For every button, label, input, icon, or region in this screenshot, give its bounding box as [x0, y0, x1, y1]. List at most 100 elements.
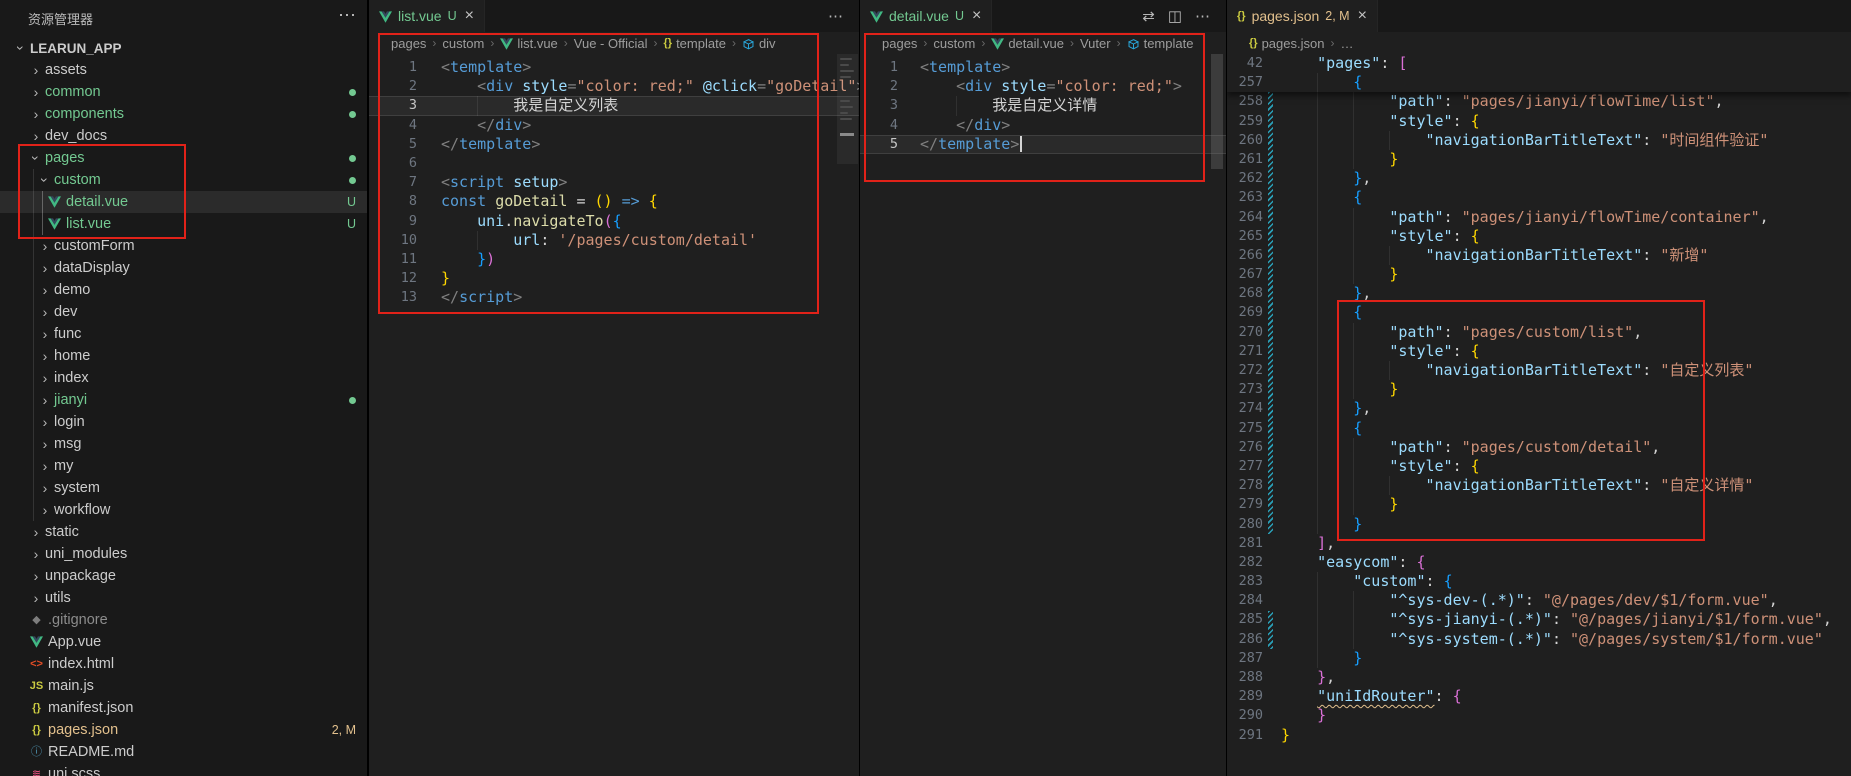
breadcrumb-item[interactable]: detail.vue: [991, 36, 1064, 51]
code-line[interactable]: 3 我是自定义列表: [369, 96, 859, 115]
tree-item-pages[interactable]: ›pages: [0, 147, 367, 169]
split-editor-icon[interactable]: ◫: [1168, 7, 1182, 25]
tree-item-assets[interactable]: ›assets: [0, 59, 367, 81]
tree-item-.gitignore[interactable]: ◆.gitignore: [0, 609, 367, 631]
code-line[interactable]: 290 }: [1227, 706, 1851, 725]
tree-item-uni.scss[interactable]: ≋uni.scss: [0, 763, 367, 776]
tree-item-unpackage[interactable]: ›unpackage: [0, 565, 367, 587]
tree-item-uni-modules[interactable]: ›uni_modules: [0, 543, 367, 565]
code-line[interactable]: 288 },: [1227, 668, 1851, 687]
code-line[interactable]: 257 {: [1227, 73, 1851, 92]
code-line[interactable]: 289 "uniIdRouter": {: [1227, 687, 1851, 706]
open-changes-icon[interactable]: ⇄: [1142, 7, 1155, 25]
scrollbar[interactable]: [1211, 54, 1223, 776]
tree-item-main.js[interactable]: JSmain.js: [0, 675, 367, 697]
code-line[interactable]: 7<script setup>: [369, 173, 859, 192]
code-line[interactable]: 284 "^sys-dev-(.*)": "@/pages/dev/$1/for…: [1227, 591, 1851, 610]
code-line[interactable]: 263 {: [1227, 188, 1851, 207]
breadcrumb-item[interactable]: {}pages.json: [1249, 36, 1324, 51]
code-line[interactable]: 262 },: [1227, 169, 1851, 188]
tree-item-learun-app[interactable]: ›LEARUN_APP: [0, 37, 367, 59]
tree-item-pages.json[interactable]: {}pages.json2, M: [0, 719, 367, 741]
code-line[interactable]: 1<template>: [860, 58, 1226, 77]
code-line[interactable]: 270 "path": "pages/custom/list",: [1227, 323, 1851, 342]
tree-item-index[interactable]: ›index: [0, 367, 367, 389]
more-actions-icon[interactable]: ⋯: [828, 7, 843, 25]
tree-item-msg[interactable]: ›msg: [0, 433, 367, 455]
code-line[interactable]: 285 "^sys-jianyi-(.*)": "@/pages/jianyi/…: [1227, 610, 1851, 629]
code-line[interactable]: 275 {: [1227, 419, 1851, 438]
close-icon[interactable]: ×: [972, 7, 981, 25]
tree-item-datadisplay[interactable]: ›dataDisplay: [0, 257, 367, 279]
tree-item-common[interactable]: ›common: [0, 81, 367, 103]
code-line[interactable]: 2 <div style="color: red;" @click="goDet…: [369, 77, 859, 96]
code-line[interactable]: 1<template>: [369, 58, 859, 77]
tree-item-components[interactable]: ›components: [0, 103, 367, 125]
minimap[interactable]: [837, 54, 858, 776]
code-line[interactable]: 2 <div style="color: red;">: [860, 77, 1226, 96]
close-icon[interactable]: ×: [465, 7, 474, 25]
code-line[interactable]: 276 "path": "pages/custom/detail",: [1227, 438, 1851, 457]
tree-item-list.vue[interactable]: list.vueU: [0, 213, 367, 235]
breadcrumb-item[interactable]: custom: [442, 36, 484, 51]
code-line[interactable]: 283 "custom": {: [1227, 572, 1851, 591]
tree-item-manifest.json[interactable]: {}manifest.json: [0, 697, 367, 719]
close-icon[interactable]: ×: [1358, 7, 1367, 25]
breadcrumb-item[interactable]: pages: [882, 36, 917, 51]
breadcrumb-item[interactable]: list.vue: [500, 36, 557, 51]
tree-item-login[interactable]: ›login: [0, 411, 367, 433]
more-actions-icon[interactable]: ⋯: [1195, 7, 1210, 25]
tree-item-customform[interactable]: ›customForm: [0, 235, 367, 257]
breadcrumb-item[interactable]: {}template: [664, 36, 726, 51]
tree-item-readme.md[interactable]: ⓘREADME.md: [0, 741, 367, 763]
tree-item-workflow[interactable]: ›workflow: [0, 499, 367, 521]
code-line[interactable]: 282 "easycom": {: [1227, 553, 1851, 572]
tree-item-jianyi[interactable]: ›jianyi: [0, 389, 367, 411]
scrollbar-handle[interactable]: [1211, 54, 1223, 169]
code-line[interactable]: 267 }: [1227, 265, 1851, 284]
tree-item-custom[interactable]: ›custom: [0, 169, 367, 191]
tree-item-demo[interactable]: ›demo: [0, 279, 367, 301]
code-editor[interactable]: 258 "path": "pages/jianyi/flowTime/list"…: [1227, 54, 1851, 776]
code-line[interactable]: 258 "path": "pages/jianyi/flowTime/list"…: [1227, 92, 1851, 111]
tree-item-func[interactable]: ›func: [0, 323, 367, 345]
tab-pages-json[interactable]: {}pages.json2, M×: [1227, 0, 1378, 32]
tree-item-my[interactable]: ›my: [0, 455, 367, 477]
code-line[interactable]: 265 "style": {: [1227, 227, 1851, 246]
breadcrumb-item[interactable]: custom: [933, 36, 975, 51]
code-line[interactable]: 280 }: [1227, 515, 1851, 534]
code-line[interactable]: 277 "style": {: [1227, 457, 1851, 476]
tree-item-dev[interactable]: ›dev: [0, 301, 367, 323]
breadcrumb-item[interactable]: template: [1127, 35, 1194, 50]
code-line[interactable]: 9 uni.navigateTo({: [369, 212, 859, 231]
breadcrumb-item[interactable]: div: [742, 35, 776, 50]
code-line[interactable]: 260 "navigationBarTitleText": "时间组件验证": [1227, 131, 1851, 150]
code-line[interactable]: 6: [369, 154, 859, 173]
tree-item-dev-docs[interactable]: ›dev_docs: [0, 125, 367, 147]
code-line[interactable]: 11 }): [369, 250, 859, 269]
breadcrumb-item[interactable]: …: [1340, 36, 1353, 51]
breadcrumb-item[interactable]: Vuter: [1080, 36, 1111, 51]
code-line[interactable]: 266 "navigationBarTitleText": "新增": [1227, 246, 1851, 265]
code-line[interactable]: 4 </div>: [860, 116, 1226, 135]
tree-item-index.html[interactable]: <>index.html: [0, 653, 367, 675]
code-line[interactable]: 281 ],: [1227, 534, 1851, 553]
tab-detail-vue[interactable]: detail.vueU×: [860, 0, 992, 32]
code-line[interactable]: 274 },: [1227, 399, 1851, 418]
code-line[interactable]: 13</script>: [369, 288, 859, 307]
code-line[interactable]: 268 },: [1227, 284, 1851, 303]
code-line[interactable]: 291}: [1227, 726, 1851, 745]
tree-item-app.vue[interactable]: App.vue: [0, 631, 367, 653]
code-editor[interactable]: 1<template>2 <div style="color: red;" @c…: [369, 54, 859, 776]
code-line[interactable]: 3 我是自定义详情: [860, 96, 1226, 115]
code-line[interactable]: 269 {: [1227, 303, 1851, 322]
code-line[interactable]: 279 }: [1227, 495, 1851, 514]
breadcrumb-item[interactable]: Vue - Official: [574, 36, 648, 51]
tab-list-vue[interactable]: list.vueU×: [369, 0, 485, 32]
code-line[interactable]: 272 "navigationBarTitleText": "自定义列表": [1227, 361, 1851, 380]
code-editor[interactable]: 1<template>2 <div style="color: red;">3 …: [860, 54, 1226, 776]
code-line[interactable]: 278 "navigationBarTitleText": "自定义详情": [1227, 476, 1851, 495]
code-line[interactable]: 273 }: [1227, 380, 1851, 399]
code-line[interactable]: 271 "style": {: [1227, 342, 1851, 361]
tree-item-system[interactable]: ›system: [0, 477, 367, 499]
